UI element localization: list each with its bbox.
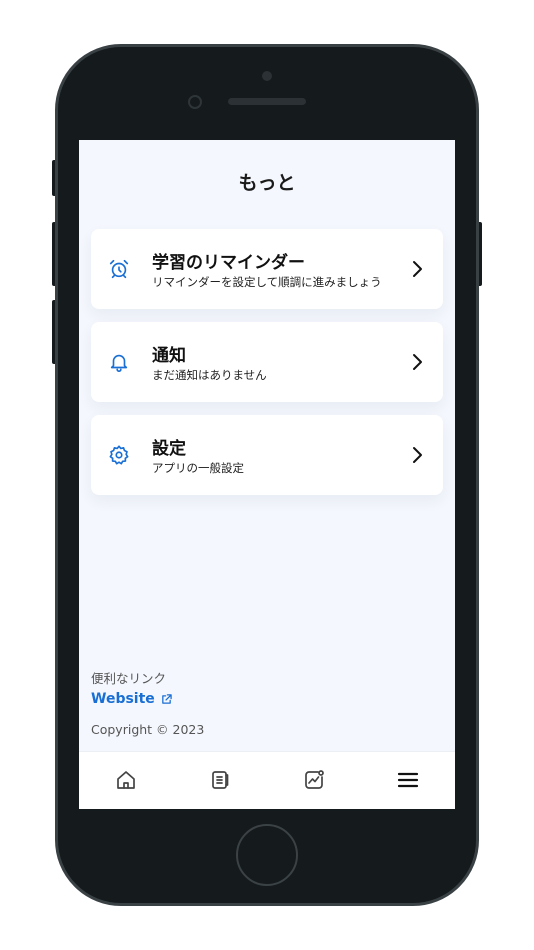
menu-item-subtitle: まだ通知はありません	[152, 368, 267, 382]
menu-item-notifications[interactable]: 通知 まだ通知はありません	[91, 322, 443, 402]
copyright-text: Copyright © 2023	[91, 722, 205, 737]
alarm-clock-icon	[109, 259, 129, 279]
bottom-tab-bar	[79, 751, 455, 809]
bell-icon	[110, 354, 128, 372]
progress-chart-icon[interactable]	[302, 768, 326, 792]
earpiece-speaker	[228, 98, 306, 105]
chevron-right-icon	[413, 447, 422, 463]
useful-links-label: 便利なリンク	[91, 671, 167, 686]
menu-item-subtitle: アプリの一般設定	[152, 461, 244, 475]
gear-icon	[109, 445, 129, 465]
notes-icon[interactable]	[208, 768, 232, 792]
chevron-right-icon	[413, 354, 422, 370]
proximity-sensor	[188, 95, 202, 109]
menu-icon[interactable]	[396, 768, 420, 792]
app-screen: もっと 学習のリマインダー リマインダーを設定して順調に進みましょう 通知 まだ…	[79, 140, 455, 809]
external-link-icon	[161, 693, 172, 704]
website-link-label: Website	[91, 691, 155, 707]
menu-item-subtitle: リマインダーを設定して順調に進みましょう	[152, 275, 382, 289]
front-camera	[262, 71, 272, 81]
menu-item-title: 設定	[152, 439, 186, 459]
home-icon[interactable]	[114, 768, 138, 792]
page-title: もっと	[238, 172, 296, 194]
website-link[interactable]: Website	[91, 691, 172, 707]
chevron-right-icon	[413, 261, 422, 277]
menu-item-title: 学習のリマインダー	[152, 253, 305, 273]
menu-item-study-reminder[interactable]: 学習のリマインダー リマインダーを設定して順調に進みましょう	[91, 229, 443, 309]
menu-item-settings[interactable]: 設定 アプリの一般設定	[91, 415, 443, 495]
home-button[interactable]	[236, 824, 298, 886]
menu-item-title: 通知	[152, 346, 186, 366]
